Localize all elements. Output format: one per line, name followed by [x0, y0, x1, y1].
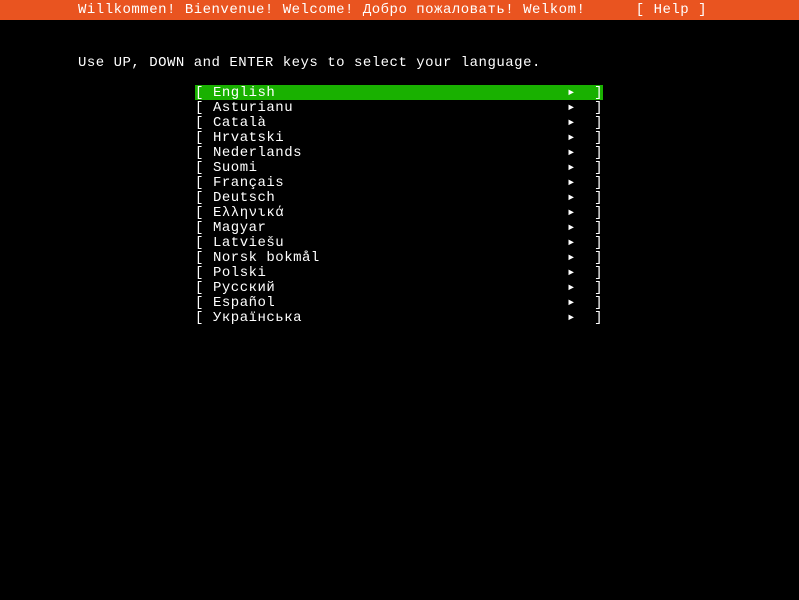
bracket-right: ]	[591, 310, 603, 326]
instruction-text: Use UP, DOWN and ENTER keys to select yo…	[78, 55, 541, 71]
bracket-right: ]	[591, 250, 603, 266]
bracket-left: [	[195, 280, 213, 296]
language-label: Nederlands	[213, 145, 567, 161]
bracket-left: [	[195, 220, 213, 236]
language-label: English	[213, 85, 567, 101]
bracket-left: [	[195, 205, 213, 221]
language-item-suomi[interactable]: [ Suomi▸ ]	[195, 160, 603, 175]
bracket-right: ]	[591, 85, 603, 101]
language-label: Latviešu	[213, 235, 567, 251]
bracket-left: [	[195, 85, 213, 101]
language-item-norskbokml[interactable]: [ Norsk bokmål▸ ]	[195, 250, 603, 265]
header-title: Willkommen! Bienvenue! Welcome! Добро по…	[78, 2, 585, 18]
language-item-espaol[interactable]: [ Español▸ ]	[195, 295, 603, 310]
submenu-arrow-icon: ▸	[567, 309, 591, 326]
language-label: Asturianu	[213, 100, 567, 116]
language-label: Norsk bokmål	[213, 250, 567, 266]
language-item-polski[interactable]: [ Polski▸ ]	[195, 265, 603, 280]
language-item-catal[interactable]: [ Català▸ ]	[195, 115, 603, 130]
bracket-left: [	[195, 295, 213, 311]
bracket-left: [	[195, 130, 213, 146]
language-item-nederlands[interactable]: [ Nederlands▸ ]	[195, 145, 603, 160]
bracket-right: ]	[591, 220, 603, 236]
bracket-left: [	[195, 175, 213, 191]
language-item-[interactable]: [ Українська▸ ]	[195, 310, 603, 325]
language-item-franais[interactable]: [ Français▸ ]	[195, 175, 603, 190]
language-label: Русский	[213, 280, 567, 296]
bracket-right: ]	[591, 100, 603, 116]
help-button[interactable]: [ Help ]	[636, 2, 707, 18]
bracket-right: ]	[591, 295, 603, 311]
bracket-right: ]	[591, 115, 603, 131]
language-item-[interactable]: [ Ελληνικά▸ ]	[195, 205, 603, 220]
language-label: Polski	[213, 265, 567, 281]
bracket-left: [	[195, 115, 213, 131]
bracket-right: ]	[591, 130, 603, 146]
bracket-left: [	[195, 310, 213, 326]
language-item-deutsch[interactable]: [ Deutsch▸ ]	[195, 190, 603, 205]
bracket-right: ]	[591, 175, 603, 191]
language-label: Deutsch	[213, 190, 567, 206]
header-bar: Willkommen! Bienvenue! Welcome! Добро по…	[0, 0, 799, 20]
language-item-asturianu[interactable]: [ Asturianu▸ ]	[195, 100, 603, 115]
language-item-latvieu[interactable]: [ Latviešu▸ ]	[195, 235, 603, 250]
language-label: Català	[213, 115, 567, 131]
bracket-right: ]	[591, 160, 603, 176]
language-item-hrvatski[interactable]: [ Hrvatski▸ ]	[195, 130, 603, 145]
bracket-left: [	[195, 145, 213, 161]
bracket-right: ]	[591, 190, 603, 206]
language-label: Ελληνικά	[213, 205, 567, 221]
bracket-right: ]	[591, 205, 603, 221]
language-label: Suomi	[213, 160, 567, 176]
bracket-right: ]	[591, 235, 603, 251]
language-item-english[interactable]: [ English▸ ]	[195, 85, 603, 100]
language-label: Українська	[213, 310, 567, 326]
bracket-left: [	[195, 100, 213, 116]
bracket-right: ]	[591, 265, 603, 281]
bracket-right: ]	[591, 145, 603, 161]
bracket-left: [	[195, 160, 213, 176]
bracket-left: [	[195, 235, 213, 251]
language-list: [ English▸ ][ Asturianu▸ ][ Català▸ ][ H…	[195, 85, 603, 325]
language-label: Français	[213, 175, 567, 191]
bracket-left: [	[195, 250, 213, 266]
language-label: Magyar	[213, 220, 567, 236]
language-label: Español	[213, 295, 567, 311]
bracket-left: [	[195, 265, 213, 281]
language-label: Hrvatski	[213, 130, 567, 146]
bracket-right: ]	[591, 280, 603, 296]
bracket-left: [	[195, 190, 213, 206]
language-item-[interactable]: [ Русский▸ ]	[195, 280, 603, 295]
language-item-magyar[interactable]: [ Magyar▸ ]	[195, 220, 603, 235]
